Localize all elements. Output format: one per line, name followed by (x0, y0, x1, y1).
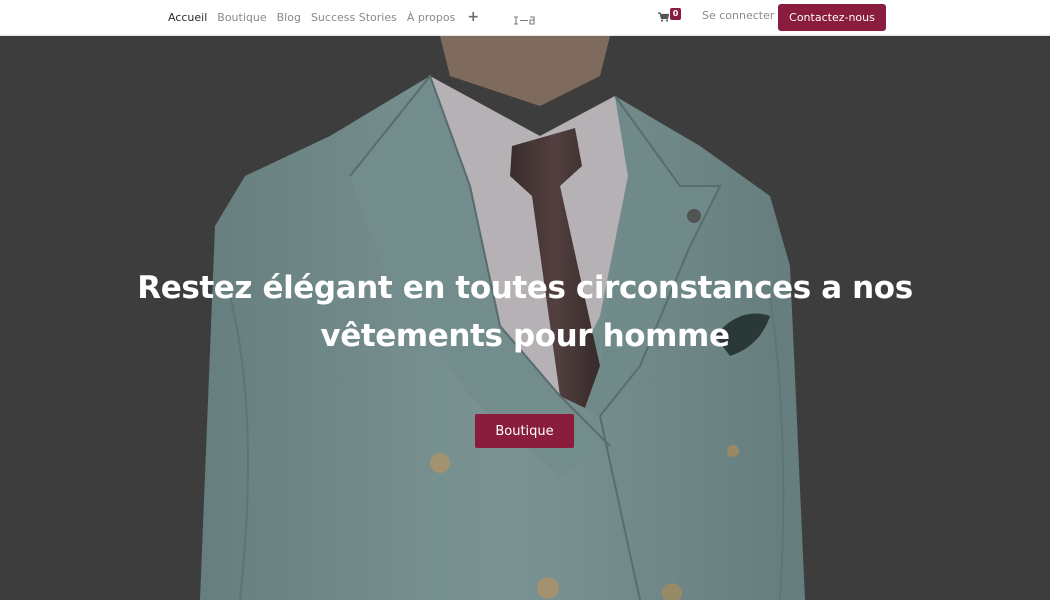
cart-count-badge: 0 (670, 8, 681, 20)
hero-section: Restez élégant en toutes circonstances a… (0, 36, 1050, 600)
nav-link-boutique[interactable]: Boutique (217, 11, 266, 24)
cart-button[interactable]: 0 (658, 8, 686, 25)
nav-link-a-propos[interactable]: À propos (407, 11, 455, 24)
main-nav: Accueil Boutique Blog Success Stories À … (168, 0, 479, 34)
hero-title: Restez élégant en toutes circonstances a… (137, 270, 913, 354)
brand-logo[interactable] (513, 11, 535, 25)
top-navbar: Accueil Boutique Blog Success Stories À … (0, 0, 1050, 36)
hero-shop-button[interactable]: Boutique (475, 414, 574, 448)
login-link[interactable]: Se connecter (702, 9, 774, 22)
nav-link-blog[interactable]: Blog (277, 11, 301, 24)
logo-icon (514, 16, 535, 25)
nav-link-success-stories[interactable]: Success Stories (311, 11, 397, 24)
nav-link-accueil[interactable]: Accueil (168, 11, 207, 24)
contact-button[interactable]: Contactez-nous (778, 4, 886, 31)
shopping-cart-icon (658, 12, 669, 22)
plus-icon[interactable]: + (467, 10, 479, 24)
